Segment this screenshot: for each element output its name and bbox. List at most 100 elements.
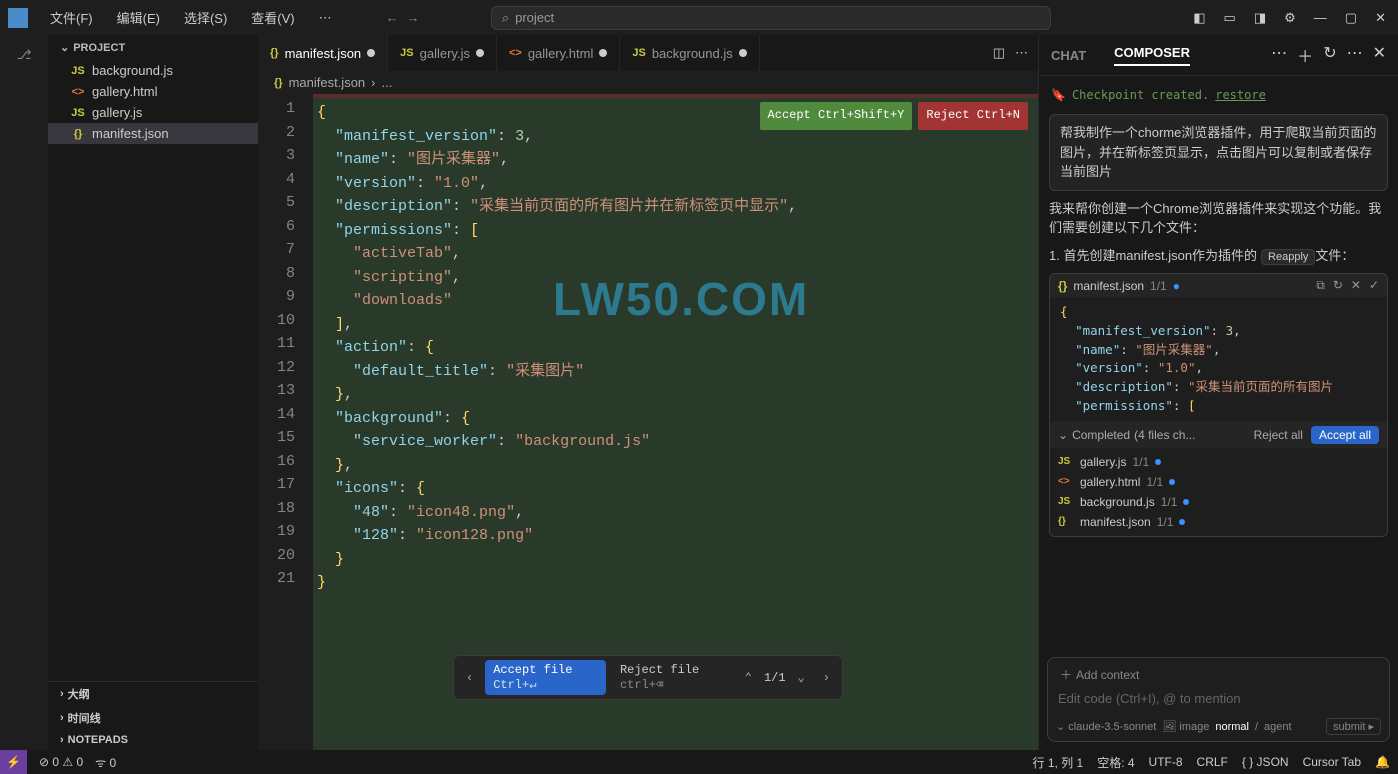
diff-position: 1/1 bbox=[764, 671, 786, 685]
history-icon[interactable]: ↻ bbox=[1323, 43, 1336, 67]
encoding[interactable]: UTF-8 bbox=[1149, 755, 1183, 769]
ports-indicator[interactable]: ᯤ 0 bbox=[95, 754, 116, 771]
accept-file-button[interactable]: Accept file Ctrl+↵ bbox=[485, 660, 606, 695]
completed-bar: ⌄ Completed (4 files ch... Reject all Ac… bbox=[1050, 422, 1387, 448]
menu-item[interactable]: ⋯ bbox=[309, 6, 342, 30]
reject-all-button[interactable]: Reject all bbox=[1254, 428, 1303, 442]
minimize-icon[interactable]: — bbox=[1310, 8, 1331, 28]
layout-left-icon[interactable]: ◧ bbox=[1189, 8, 1209, 28]
close-icon[interactable]: ✕ bbox=[1371, 8, 1390, 28]
layout-right-icon[interactable]: ◨ bbox=[1250, 8, 1270, 28]
remote-indicator[interactable]: ⚡ bbox=[0, 750, 27, 774]
accept-suggestion-button[interactable]: Accept Ctrl+Shift+Y bbox=[760, 102, 913, 130]
reapply-pill[interactable]: Reapply bbox=[1261, 249, 1315, 265]
diff-prev-file-icon[interactable]: ‹ bbox=[460, 671, 479, 685]
reject-file-button[interactable]: Reject file ctrl+⌫ bbox=[612, 660, 733, 695]
model-selector[interactable]: ⌄ claude-3.5-sonnet bbox=[1056, 720, 1156, 733]
new-chat-icon[interactable]: ＋ bbox=[1297, 43, 1313, 67]
image-attach[interactable]: 🖼 image bbox=[1162, 720, 1209, 733]
tab-label: manifest.json bbox=[285, 46, 362, 61]
maximize-icon[interactable]: ▢ bbox=[1341, 8, 1361, 28]
reject-suggestion-button[interactable]: Reject Ctrl+N bbox=[918, 102, 1028, 130]
file-item[interactable]: JSgallery.js bbox=[48, 102, 258, 123]
chat-textarea[interactable]: Edit code (Ctrl+I), @ to mention bbox=[1056, 685, 1381, 712]
chat-tab[interactable]: COMPOSER bbox=[1114, 45, 1190, 66]
file-item[interactable]: {}manifest.json bbox=[48, 123, 258, 144]
changed-file-row[interactable]: JSbackground.js1/1 bbox=[1050, 492, 1387, 512]
plus-icon: ＋ bbox=[1060, 666, 1072, 683]
file-type-icon: <> bbox=[1058, 476, 1074, 487]
menu-item[interactable]: 查看(V) bbox=[241, 4, 304, 31]
changed-file-row[interactable]: JSgallery.js1/1 bbox=[1050, 452, 1387, 472]
nav-back-icon[interactable]: ← bbox=[386, 10, 399, 25]
close-panel-icon[interactable]: ✕ bbox=[1373, 43, 1386, 67]
change-dot-icon bbox=[1155, 459, 1161, 465]
tab-label: background.js bbox=[652, 46, 733, 61]
outline-section[interactable]: › NOTEPADS bbox=[48, 730, 258, 750]
change-dot-icon bbox=[1169, 479, 1175, 485]
notifications-icon[interactable]: 🔔 bbox=[1375, 755, 1390, 769]
checkpoint-row: 🔖 Checkpoint created. restore bbox=[1049, 84, 1388, 106]
problems-indicator[interactable]: ⊘ 0 ⚠ 0 bbox=[39, 755, 83, 769]
json-icon: {} bbox=[274, 77, 283, 89]
outline-section[interactable]: › 大纲 bbox=[48, 682, 258, 706]
mode-agent[interactable]: agent bbox=[1264, 721, 1292, 733]
changed-file-row[interactable]: <>gallery.html1/1 bbox=[1050, 472, 1387, 492]
change-dot-icon bbox=[1183, 499, 1189, 505]
apply-icon[interactable]: ✓ bbox=[1369, 278, 1379, 293]
assistant-step: 1. 首先创建manifest.json作为插件的Reapply文件： bbox=[1049, 246, 1388, 266]
chevron-down-icon[interactable]: ⌄ bbox=[1058, 428, 1068, 442]
eol[interactable]: CRLF bbox=[1197, 755, 1228, 769]
submit-button[interactable]: submit ▸ bbox=[1326, 718, 1381, 735]
breadcrumb[interactable]: {} manifest.json › ... bbox=[258, 71, 1038, 94]
status-bar: ⚡ ⊘ 0 ⚠ 0 ᯤ 0 行 1, 列 1 空格: 4 UTF-8 CRLF … bbox=[0, 750, 1398, 774]
accept-all-button[interactable]: Accept all bbox=[1311, 426, 1379, 444]
explorer-header[interactable]: ⌄ PROJECT bbox=[48, 35, 258, 60]
overflow-icon[interactable]: ⋯ bbox=[1347, 43, 1363, 67]
composer-header: CHAT COMPOSER ⋯ ＋ ↻ ⋯ ✕ bbox=[1039, 35, 1398, 76]
close-card-icon[interactable]: ✕ bbox=[1351, 278, 1361, 293]
diff-down-icon[interactable]: ⌄ bbox=[792, 670, 811, 685]
refresh-icon[interactable]: ↻ bbox=[1333, 278, 1343, 293]
code-editor[interactable]: 123456789101112131415161718192021 Accept… bbox=[258, 94, 1038, 750]
mode-normal[interactable]: normal bbox=[1215, 721, 1249, 733]
settings-gear-icon[interactable]: ⚙ bbox=[1280, 8, 1300, 28]
activity-bar: 🗎 ⌕ ⎇ ⊞ ⌄ bbox=[0, 35, 48, 750]
more-icon[interactable]: ⋯ bbox=[1271, 43, 1287, 67]
indentation[interactable]: 空格: 4 bbox=[1097, 754, 1134, 771]
modified-dot-icon bbox=[739, 49, 747, 57]
editor-tab[interactable]: JSbackground.js bbox=[620, 35, 759, 71]
explorer-panel: ⌄ PROJECT JSbackground.js<>gallery.htmlJ… bbox=[48, 35, 258, 750]
cursor-position[interactable]: 行 1, 列 1 bbox=[1033, 754, 1084, 771]
cursor-tab[interactable]: Cursor Tab bbox=[1303, 755, 1361, 769]
file-type-icon: JS bbox=[1058, 456, 1074, 467]
restore-link[interactable]: restore bbox=[1215, 88, 1266, 102]
diff-up-icon[interactable]: ⌃ bbox=[739, 670, 758, 685]
editor-tab[interactable]: JSgallery.js bbox=[388, 35, 497, 71]
file-item[interactable]: <>gallery.html bbox=[48, 81, 258, 102]
diff-next-file-icon[interactable]: › bbox=[817, 671, 836, 685]
add-context-button[interactable]: ＋Add context bbox=[1056, 664, 1381, 685]
file-item[interactable]: JSbackground.js bbox=[48, 60, 258, 81]
layout-bottom-icon[interactable]: ▭ bbox=[1220, 8, 1240, 28]
file-icon: JS bbox=[70, 65, 86, 77]
more-actions-icon[interactable]: ⋯ bbox=[1015, 45, 1028, 61]
menu-item[interactable]: 选择(S) bbox=[174, 4, 237, 31]
outline-section[interactable]: › 时间线 bbox=[48, 706, 258, 730]
language-mode[interactable]: { } JSON bbox=[1242, 755, 1289, 769]
search-text: project bbox=[515, 10, 554, 25]
chat-tab[interactable]: CHAT bbox=[1051, 48, 1086, 63]
editor-tab[interactable]: <>gallery.html bbox=[497, 35, 620, 71]
modified-dot-icon bbox=[476, 49, 484, 57]
menu-item[interactable]: 文件(F) bbox=[40, 4, 103, 31]
file-type-icon: {} bbox=[1058, 516, 1074, 527]
source-control-icon[interactable]: ⎇ bbox=[12, 43, 36, 67]
menu-item[interactable]: 编辑(E) bbox=[107, 4, 170, 31]
copy-icon[interactable]: ⧉ bbox=[1316, 278, 1325, 293]
editor-tab[interactable]: {}manifest.json bbox=[258, 35, 388, 71]
nav-forward-icon[interactable]: → bbox=[407, 10, 420, 25]
command-center[interactable]: ⌕ project bbox=[491, 6, 1051, 30]
changed-file-row[interactable]: {}manifest.json1/1 bbox=[1050, 512, 1387, 532]
split-editor-icon[interactable]: ◫ bbox=[993, 45, 1005, 61]
chat-input: ＋Add context Edit code (Ctrl+I), @ to me… bbox=[1047, 657, 1390, 742]
